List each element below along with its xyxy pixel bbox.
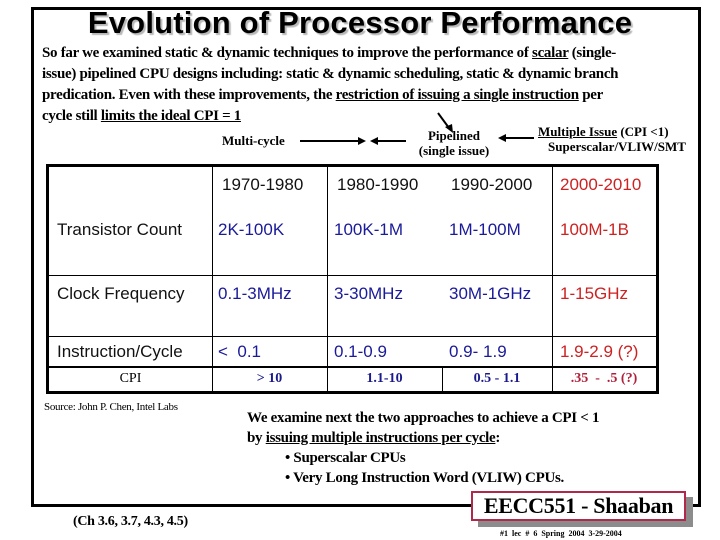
table-cell: 0.1-3MHz [218,284,292,303]
row-divider [49,366,656,368]
table-cell: 1.1-10 [366,371,403,386]
table-cell: > 10 [256,371,283,386]
arrow-left-icon [498,134,506,142]
table-cell: < 0.1 [218,342,262,361]
intro-underline-scalar: scalar [532,45,569,61]
table-cell: 0.9- 1.9 [449,342,507,361]
source-citation: Source: John P. Chen, Intel Labs [44,401,178,413]
next-topic-paragraph: We examine next the two approaches to ac… [247,408,599,488]
bullet-text: Very Long Instruction Word (VLIW) CPUs. [293,470,564,486]
row-label-instruction-cycle: Instruction/Cycle [57,342,183,361]
multi-cycle-label: Multi-cycle [222,133,285,148]
arrow-left-line [378,140,406,142]
arrow-right-icon [358,137,366,145]
intro-underline-cpi: limits the ideal CPI = 1 [100,108,241,124]
col-divider [212,167,213,391]
table-cell: 2K-100K [218,220,285,239]
table-cell: 0.1-0.9 [334,342,387,361]
footer-meta: #1 lec # 6 Spring 2004 3-29-2004 [500,529,622,538]
slide-title: Evolution of Processor Performance [87,5,633,40]
arrow-left-line [506,137,534,139]
multiple-issue-label: Multiple Issue (CPI <1) [538,124,669,139]
intro-text: So far we examined static & dynamic tech… [42,45,533,61]
intro-text: predication. Even with these improvement… [42,87,336,103]
table-cell: 1-15GHz [560,284,629,303]
table-cell: 3-30MHz [334,284,403,303]
bullet-text: Superscalar CPUs [293,450,406,466]
intro-text: (single- [568,45,617,61]
table-cell: .35 - .5 (?) [570,371,638,386]
intro-text: issue) pipelined CPU designs including: … [42,66,619,82]
table-cell: 1.9-2.9 (?) [560,342,639,361]
row-divider [49,275,656,276]
decade-header: 1990-2000 [451,175,533,194]
next-line-1: We examine next the two approaches to ac… [247,410,600,426]
next-line-2: by issuing multiple instructions per cyc… [247,428,599,448]
next-text: : [495,430,501,446]
table-cell: 0.5 - 1.1 [473,371,521,386]
col-divider [327,167,328,391]
arrow-right-line [300,140,358,142]
next-text: by [247,430,266,446]
multiple-issue-text: Multiple Issue [538,124,618,139]
intro-paragraph: So far we examined static & dynamic tech… [42,43,697,127]
table-cell: 100K-1M [334,220,403,239]
chapter-references: (Ch 3.6, 3.7, 4.3, 4.5) [73,514,188,529]
intro-underline-restriction: restriction of issuing a single instruct… [335,87,579,103]
intro-line-2: issue) pipelined CPU designs including: … [42,64,697,85]
intro-text: per [578,87,603,103]
course-badge: EECC551 - Shaaban [471,491,686,521]
col-divider [552,167,553,391]
decade-header: 1980-1990 [337,175,419,194]
table-cell: 30M-1GHz [449,284,532,303]
processor-evolution-table: 1970-1980 1980-1990 1990-2000 2000-2010 … [46,164,659,394]
row-label-clock-frequency: Clock Frequency [57,284,185,303]
superscalar-label: Superscalar/VLIW/SMT [548,139,686,154]
row-label-transistor-count: Transistor Count [57,220,183,239]
multiple-issue-cpi: (CPI <1) [617,124,669,139]
table-cell: 100M-1B [560,220,629,239]
bullet-item: • Very Long Instruction Word (VLIW) CPUs… [247,468,599,488]
next-underline: issuing multiple instructions per cycle [265,430,496,446]
decade-header: 2000-2010 [560,175,642,194]
decade-header: 1970-1980 [222,175,304,194]
pipelined-line-2: (single issue) [418,143,490,158]
intro-line-3: predication. Even with these improvement… [42,85,697,106]
pipelined-label: Pipelined (single issue) [414,128,494,158]
pipelined-line-1: Pipelined [427,128,480,143]
intro-line-1: So far we examined static & dynamic tech… [42,43,697,64]
table-cell: 1M-100M [449,220,521,239]
bullet-item: • Superscalar CPUs [247,448,599,468]
intro-text: cycle still [42,108,101,124]
row-label-cpi: CPI [119,371,142,386]
bullet-icon: • [285,470,294,486]
arrow-left-icon [370,137,378,145]
row-divider [49,336,656,337]
